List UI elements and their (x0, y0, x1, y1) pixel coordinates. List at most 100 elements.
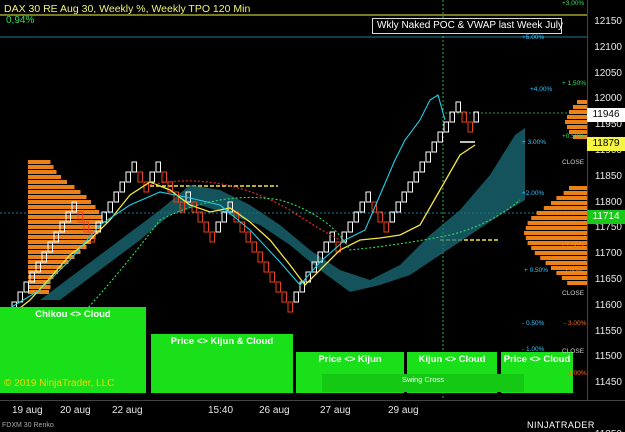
renko-bar-up (365, 191, 371, 203)
renko-bar-up (419, 161, 425, 173)
profile-bar (28, 235, 96, 239)
renko-bar-down (197, 211, 203, 223)
profile-bar (531, 216, 587, 220)
last-price-badge: 11946 (587, 108, 625, 122)
profile-bar (536, 211, 587, 215)
renko-bar-up (155, 161, 161, 173)
pct-level-minus-3: - 3.00% (564, 320, 587, 327)
profile-bar (545, 261, 587, 265)
profile-bar (28, 215, 102, 219)
price-tick-label: 12050 (594, 67, 622, 79)
profile-bar (543, 206, 587, 210)
annotation-price-kijun-cloud: Price <> Kijun & Cloud (151, 334, 293, 393)
change-percent: 0,94% (6, 15, 35, 26)
close-label-2: CLOSE (562, 290, 585, 297)
time-tick-label: 27 aug (320, 405, 351, 416)
price-tick-label: 11700 (594, 248, 622, 260)
annotation-price-cloud-label: Price <> Cloud (503, 354, 571, 365)
renko-bar-up (359, 201, 365, 213)
profile-bar (577, 100, 587, 104)
renko-bar-down (251, 241, 257, 253)
time-tick-label: 15:40 (208, 405, 234, 416)
renko-bar-down (377, 211, 383, 223)
renko-bar-up (23, 281, 29, 293)
renko-bar-up (455, 101, 461, 113)
profile-bar (28, 200, 91, 204)
profile-bar (551, 201, 587, 205)
profile-bar (525, 236, 587, 240)
profile-bar (28, 175, 61, 179)
yellow-level-badge: 11879 (587, 137, 625, 151)
pct-level-1-5: + 1,50% (562, 80, 587, 87)
renko-bar-up (293, 291, 299, 303)
price-axis[interactable]: 1215012100120501200011950119001185011800… (587, 0, 625, 432)
copyright-notice: © 2019 NinjaTrader, LLC (4, 378, 115, 389)
renko-bar-down (263, 261, 269, 273)
renko-bar-up (425, 151, 431, 163)
renko-bar-up (413, 171, 419, 183)
annotation-chikou-cloud-label: Chikou <> Cloud (35, 309, 111, 320)
profile-bar (567, 115, 587, 119)
profile-bar (573, 105, 587, 109)
renko-bar-up (449, 111, 455, 123)
price-tick-label: 11850 (594, 170, 622, 182)
profile-bar (28, 205, 96, 209)
profile-bar (556, 196, 587, 200)
renko-bar-down (161, 171, 167, 183)
profile-bar (567, 281, 587, 285)
annotation-price-kijun-label: Price <> Kijun (318, 354, 382, 365)
pct-level-minus-1: - 1.00% (522, 346, 545, 353)
profile-bar (527, 221, 587, 225)
renko-bar-up (215, 221, 221, 233)
ichimoku-cloud (40, 128, 525, 300)
renko-bar-down (203, 221, 209, 233)
price-tick-label: 11800 (594, 196, 622, 208)
renko-bar-down (275, 281, 281, 293)
profile-bar (28, 210, 100, 214)
profile-bar (28, 185, 75, 189)
time-tick-label: 20 aug (60, 405, 91, 416)
time-tick-label: 22 aug (112, 405, 143, 416)
profile-bar (561, 276, 587, 280)
price-tick-label: 11650 (594, 274, 622, 285)
profile-bar (567, 125, 587, 129)
pct-level-orange-1: - 1.00% (562, 242, 585, 249)
profile-bar (28, 285, 51, 289)
price-tick-label: 11500 (594, 351, 622, 363)
chart-window: DAX 30 RE Aug 30, Weekly %, Weekly TPO 1… (0, 0, 625, 432)
renko-bar-up (431, 141, 437, 153)
price-tick-label: 11550 (594, 325, 622, 337)
price-tick-label: 12100 (594, 41, 622, 53)
profile-bar (540, 256, 587, 260)
renko-bar-down (269, 271, 275, 283)
pct-level-top-3: +3.00% (562, 0, 585, 7)
pct-level-0-5: +0.50% (562, 133, 585, 140)
brand-logo: NINJATRADER (527, 420, 595, 430)
pct-level-minus-half: - 0.50% (522, 320, 545, 327)
time-tick-label: 26 aug (259, 405, 290, 416)
close-label-3: CLOSE (562, 348, 585, 355)
brand-text: NINJATRADER (527, 420, 595, 430)
profile-bar (524, 231, 587, 235)
renko-bar-up (437, 131, 443, 143)
time-axis[interactable]: 19 aug 20 aug 22 aug 15:40 26 aug 27 aug 29 au… (0, 400, 625, 420)
renko-bar-up (407, 181, 413, 193)
pct-level-minus-2: -2.00% (566, 370, 587, 377)
price-tick-label: 12000 (594, 93, 622, 105)
renko-bar-down (383, 221, 389, 233)
renko-bar-up (131, 161, 137, 173)
profile-bar (534, 251, 587, 255)
profile-bar (569, 186, 587, 190)
renko-bar-up (125, 171, 131, 183)
price-tick-label: 11750 (594, 222, 622, 234)
renko-bar-up (401, 191, 407, 203)
renko-bar-down (209, 231, 215, 243)
profile-bar (28, 240, 91, 244)
renko-bar-up (149, 171, 155, 183)
renko-bar-up (389, 211, 395, 223)
price-tick-label: 11600 (594, 299, 622, 311)
renko-bar-up (113, 191, 119, 203)
profile-bar (28, 165, 54, 169)
annotation-swing-cross-label: Swing Cross (401, 375, 445, 384)
time-tick-label: 29 aug (388, 405, 419, 416)
